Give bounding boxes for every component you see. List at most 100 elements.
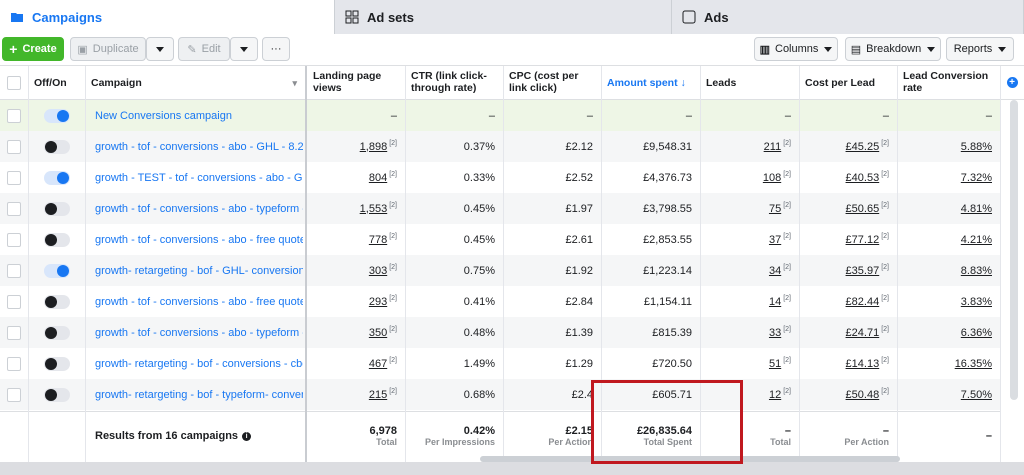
table-row[interactable]: growth - tof - conversions - abo - GHL -… <box>0 131 1000 162</box>
row-checkbox[interactable] <box>7 387 21 402</box>
edit-dropdown-button[interactable] <box>230 37 258 61</box>
header-landing-page-views[interactable]: Landing page views <box>307 66 405 100</box>
cpl-value[interactable]: £40.53 <box>846 172 880 184</box>
campaign-name-link[interactable]: growth- retargeting - bof - conversions … <box>95 348 303 379</box>
lpv-value[interactable]: 804 <box>369 172 387 184</box>
row-checkbox[interactable] <box>7 232 21 247</box>
lcr-value[interactable]: 7.32% <box>961 172 992 184</box>
leads-value[interactable]: 108 <box>763 172 781 184</box>
delivery-toggle[interactable] <box>43 232 70 247</box>
lpv-value[interactable]: 303 <box>369 265 387 277</box>
delivery-toggle[interactable] <box>43 263 70 278</box>
leads-value[interactable]: 37 <box>769 234 781 246</box>
lcr-value[interactable]: 4.21% <box>961 234 992 246</box>
header-amount-spent[interactable]: Amount spent ↓ <box>601 66 700 100</box>
leads-value[interactable]: 211 <box>764 141 782 153</box>
info-icon[interactable]: i <box>242 431 252 441</box>
lcr-value[interactable]: 8.83% <box>961 265 992 277</box>
leads-value[interactable]: 51 <box>769 358 781 370</box>
plus-circle-icon[interactable]: + <box>1006 77 1018 88</box>
header-leads[interactable]: Leads <box>700 66 799 100</box>
delivery-toggle[interactable] <box>43 325 70 340</box>
breakdown-button[interactable]: ▤ Breakdown <box>845 37 941 61</box>
campaign-name-link[interactable]: growth - tof - conversions - abo - free … <box>95 286 303 317</box>
tab-ads[interactable]: Ads <box>672 0 1024 34</box>
create-button[interactable]: + Create <box>2 37 64 61</box>
delivery-toggle[interactable] <box>43 294 70 309</box>
cpl-value[interactable]: £50.48 <box>846 389 880 401</box>
select-all-checkbox[interactable] <box>7 75 21 90</box>
lpv-value[interactable]: 778 <box>369 234 387 246</box>
leads-value[interactable]: 34 <box>769 265 781 277</box>
row-checkbox[interactable] <box>7 356 21 371</box>
cpl-value[interactable]: £35.97 <box>846 265 880 277</box>
row-checkbox[interactable] <box>7 263 21 278</box>
duplicate-button[interactable]: ▣ Duplicate <box>70 37 146 61</box>
cpl-value[interactable]: £82.44 <box>846 296 880 308</box>
lpv-value[interactable]: 1,553 <box>360 203 388 215</box>
lpv-value[interactable]: 350 <box>369 327 387 339</box>
header-ctr[interactable]: CTR (link click-through rate) <box>405 66 503 100</box>
row-checkbox[interactable] <box>7 325 21 340</box>
row-checkbox[interactable] <box>7 170 21 185</box>
table-row[interactable]: growth- retargeting - bof - GHL- convers… <box>0 255 1000 286</box>
edit-button[interactable]: ✎ Edit <box>178 37 230 61</box>
duplicate-dropdown-button[interactable] <box>146 37 174 61</box>
campaign-name-link[interactable]: growth - tof - conversions - abo - typef… <box>95 317 303 348</box>
table-row[interactable]: growth- retargeting - bof - conversions … <box>0 348 1000 379</box>
cpl-value[interactable]: £77.12 <box>846 234 880 246</box>
campaign-name-link[interactable]: growth- retargeting - bof - typeform- co… <box>95 379 303 410</box>
lcr-value[interactable]: 3.83% <box>961 296 992 308</box>
header-onoff[interactable]: Off/On <box>28 66 85 100</box>
header-lead-conversion-rate[interactable]: Lead Conversion rate <box>897 66 1000 100</box>
delivery-toggle[interactable] <box>43 356 70 371</box>
campaign-name-link[interactable]: growth - TEST - tof - conversions - abo … <box>95 162 303 193</box>
table-row[interactable]: New Conversions campaign – – – – – – – <box>0 100 1000 131</box>
lpv-value[interactable]: 215 <box>369 389 387 401</box>
vertical-scrollbar[interactable] <box>1010 100 1018 400</box>
lcr-value[interactable]: 6.36% <box>961 327 992 339</box>
lcr-value[interactable]: 7.50% <box>961 389 992 401</box>
header-cpc[interactable]: CPC (cost per link click) <box>503 66 601 100</box>
lcr-value[interactable]: 4.81% <box>961 203 992 215</box>
cpl-value[interactable]: £14.13 <box>846 358 880 370</box>
lpv-value[interactable]: 293 <box>369 296 387 308</box>
header-cost-per-lead[interactable]: Cost per Lead <box>799 66 897 100</box>
lcr-value[interactable]: 5.88% <box>961 141 992 153</box>
lpv-value[interactable]: 467 <box>369 358 387 370</box>
campaign-name-link[interactable]: growth - tof - conversions - abo - typef… <box>95 193 303 224</box>
table-row[interactable]: growth - tof - conversions - abo - typef… <box>0 317 1000 348</box>
columns-button[interactable]: ▥ Columns <box>754 37 838 61</box>
row-checkbox[interactable] <box>7 294 21 309</box>
campaign-name-link[interactable]: growth - tof - conversions - abo - GHL -… <box>95 131 303 162</box>
leads-value[interactable]: 75 <box>769 203 781 215</box>
cpl-value[interactable]: £50.65 <box>846 203 880 215</box>
table-row[interactable]: growth - tof - conversions - abo - free … <box>0 224 1000 255</box>
leads-value[interactable]: 14 <box>769 296 781 308</box>
tab-campaigns[interactable]: Campaigns <box>0 0 335 34</box>
header-campaign[interactable]: Campaign ▾ <box>85 66 305 100</box>
row-checkbox[interactable] <box>7 139 21 154</box>
more-button[interactable]: ··· <box>262 37 290 61</box>
table-row[interactable]: growth - tof - conversions - abo - free … <box>0 286 1000 317</box>
tab-ad-sets[interactable]: Ad sets <box>335 0 672 34</box>
delivery-toggle[interactable] <box>43 170 70 185</box>
lcr-value[interactable]: 16.35% <box>955 358 992 370</box>
delivery-toggle[interactable] <box>43 139 70 154</box>
row-checkbox[interactable] <box>7 201 21 216</box>
reports-button[interactable]: Reports <box>946 37 1014 61</box>
delivery-toggle[interactable] <box>43 108 70 123</box>
lpv-value[interactable]: 1,898 <box>360 141 388 153</box>
delivery-toggle[interactable] <box>43 387 70 402</box>
cpl-value[interactable]: £45.25 <box>846 141 880 153</box>
campaign-name-link[interactable]: growth- retargeting - bof - GHL- convers… <box>95 255 303 286</box>
cpl-value[interactable]: £24.71 <box>846 327 880 339</box>
campaign-name-link[interactable]: growth - tof - conversions - abo - free … <box>95 224 303 255</box>
leads-value[interactable]: 33 <box>769 327 781 339</box>
table-row[interactable]: growth- retargeting - bof - typeform- co… <box>0 379 1000 410</box>
campaign-name-link[interactable]: New Conversions campaign <box>95 100 303 131</box>
delivery-toggle[interactable] <box>43 201 70 216</box>
table-row[interactable]: growth - tof - conversions - abo - typef… <box>0 193 1000 224</box>
table-row[interactable]: growth - TEST - tof - conversions - abo … <box>0 162 1000 193</box>
leads-value[interactable]: 12 <box>769 389 781 401</box>
